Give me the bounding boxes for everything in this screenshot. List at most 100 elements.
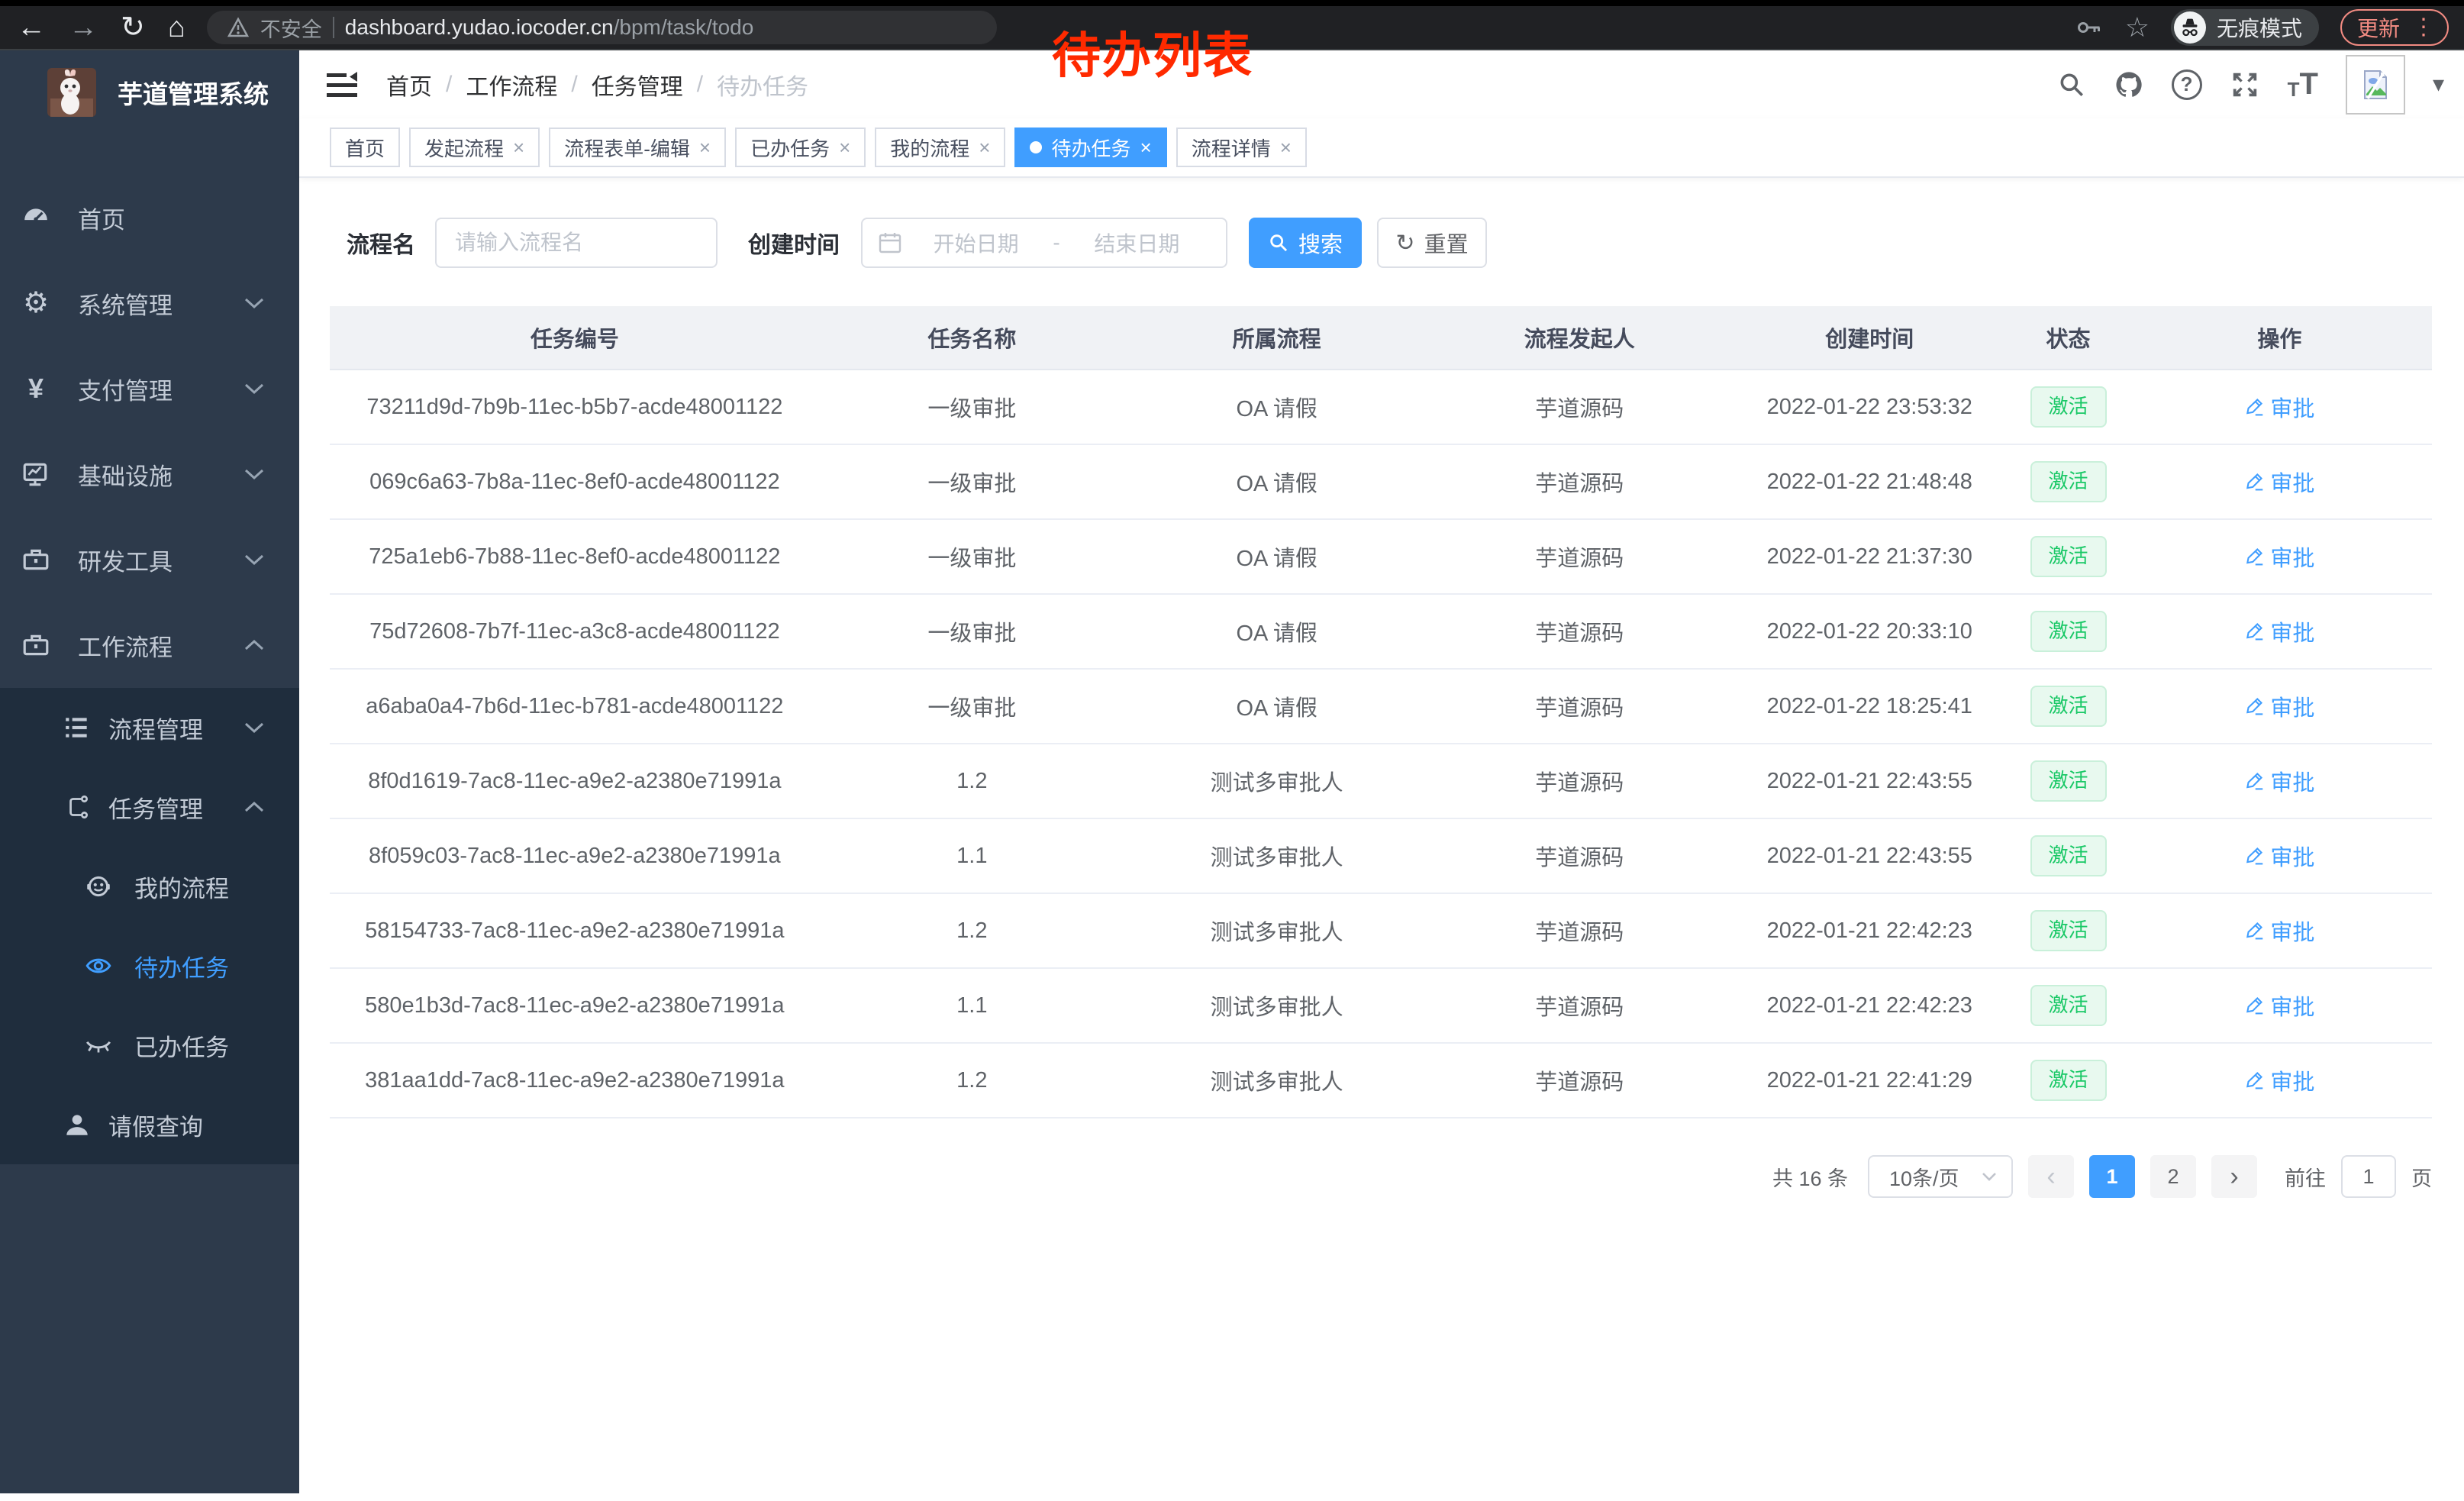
sidebar-item-process-mgmt[interactable]: 流程管理: [0, 688, 299, 767]
close-icon[interactable]: ×: [513, 136, 524, 160]
close-icon[interactable]: ×: [839, 136, 850, 160]
goto-page-input[interactable]: [2341, 1155, 2396, 1198]
help-icon[interactable]: ?: [2172, 69, 2202, 100]
breadcrumb-workflow[interactable]: 工作流程: [466, 68, 557, 102]
process-name-input[interactable]: [435, 218, 718, 268]
tab-my-process[interactable]: 我的流程 ×: [875, 128, 1005, 167]
approve-link[interactable]: 审批: [2244, 915, 2314, 947]
key-icon[interactable]: [2076, 16, 2104, 39]
process-cell: OA 请假: [1124, 594, 1429, 669]
table-row: 580e1b3d-7ac8-11ec-a9e2-a2380e71991a 1.1…: [330, 968, 2432, 1043]
create-time-label: 创建时间: [748, 226, 840, 260]
prev-page-button[interactable]: ‹: [2028, 1155, 2074, 1198]
starter-cell: 芋道源码: [1429, 669, 1730, 744]
approve-link[interactable]: 审批: [2244, 1064, 2314, 1096]
calendar-icon: [878, 231, 902, 255]
approve-link[interactable]: 审批: [2244, 989, 2314, 1022]
tab-start-process[interactable]: 发起流程 ×: [409, 128, 540, 167]
sidebar-item-done-task[interactable]: 已办任务: [0, 1006, 299, 1085]
sidebar-item-workflow[interactable]: 工作流程: [0, 602, 299, 688]
page-size-select[interactable]: 10条/页: [1868, 1155, 2013, 1198]
task-id-cell: 58154733-7ac8-11ec-a9e2-a2380e71991a: [330, 893, 820, 968]
edit-pencil-icon: [2244, 621, 2264, 642]
task-id-cell: 069c6a63-7b8a-11ec-8ef0-acde48001122: [330, 444, 820, 519]
home-icon[interactable]: ⌂: [168, 13, 185, 42]
address-divider: [333, 17, 334, 38]
sidebar-item-pay[interactable]: ¥ 支付管理: [0, 346, 299, 431]
github-icon[interactable]: [2114, 69, 2144, 100]
address-bar[interactable]: 不安全 dashboard.yudao.iocoder.cn/bpm/task/…: [207, 11, 997, 44]
close-icon[interactable]: ×: [1280, 136, 1292, 160]
breadcrumb-current: 待办任务: [717, 68, 808, 102]
bookmark-star-icon[interactable]: ☆: [2125, 11, 2150, 44]
search-icon[interactable]: [2057, 70, 2086, 99]
app-logo-row: 芋道管理系统: [0, 50, 299, 138]
process-cell: OA 请假: [1124, 370, 1429, 444]
sidebar-menu: 首页 ⚙ 系统管理 ¥ 支付管理 基础设施: [0, 175, 299, 1164]
reload-icon[interactable]: ↻: [121, 13, 145, 42]
status-badge: 激活: [2030, 1060, 2107, 1100]
process-cell: 测试多审批人: [1124, 818, 1429, 893]
tab-form-edit[interactable]: 流程表单-编辑 ×: [549, 128, 726, 167]
close-icon[interactable]: ×: [699, 136, 711, 160]
next-page-button[interactable]: ›: [2211, 1155, 2257, 1198]
forward-icon[interactable]: →: [69, 13, 98, 42]
sidebar-item-system[interactable]: ⚙ 系统管理: [0, 260, 299, 346]
status-badge: 激活: [2030, 611, 2107, 651]
approve-link[interactable]: 审批: [2244, 690, 2314, 722]
starter-cell: 芋道源码: [1429, 519, 1730, 594]
sidebar-item-task-mgmt[interactable]: 任务管理: [0, 767, 299, 847]
sidebar-item-leave-query[interactable]: 请假查询: [0, 1085, 299, 1164]
task-name-cell: 一级审批: [820, 594, 1124, 669]
approve-link[interactable]: 审批: [2244, 541, 2314, 573]
sidebar-item-my-process[interactable]: 我的流程: [0, 847, 299, 926]
sidebar-item-home[interactable]: 首页: [0, 175, 299, 260]
eye-closed-icon: [84, 1031, 113, 1060]
sidebar-item-dev[interactable]: 研发工具: [0, 517, 299, 602]
date-range-picker[interactable]: 开始日期 - 结束日期: [861, 218, 1227, 268]
breadcrumb-task-mgmt[interactable]: 任务管理: [592, 68, 683, 102]
tab-done-task[interactable]: 已办任务 ×: [735, 128, 866, 167]
close-icon[interactable]: ×: [1140, 136, 1152, 160]
process-name-label: 流程名: [347, 226, 415, 260]
chevron-up-icon: [243, 638, 266, 652]
browser-update-button[interactable]: 更新 ⋮: [2340, 9, 2449, 46]
status-badge: 激活: [2030, 910, 2107, 951]
task-id-cell: 725a1eb6-7b88-11ec-8ef0-acde48001122: [330, 519, 820, 594]
tab-process-detail[interactable]: 流程详情 ×: [1176, 128, 1307, 167]
approve-link[interactable]: 审批: [2244, 391, 2314, 423]
page-header: 首页 / 工作流程 / 任务管理 / 待办任务 ?: [299, 50, 2464, 118]
page-button-2[interactable]: 2: [2150, 1155, 2196, 1198]
back-icon[interactable]: ←: [17, 13, 46, 42]
avatar-caret-icon[interactable]: ▾: [2433, 71, 2444, 98]
goto-label: 前往: [2285, 1162, 2326, 1192]
end-date-placeholder: 结束日期: [1063, 228, 1211, 258]
update-label: 更新: [2357, 12, 2400, 43]
font-size-icon[interactable]: TT: [2288, 67, 2318, 102]
chevron-down-icon: [243, 382, 266, 395]
tab-home[interactable]: 首页: [330, 128, 400, 167]
page-button-1[interactable]: 1: [2089, 1155, 2135, 1198]
approve-link[interactable]: 审批: [2244, 840, 2314, 872]
collapse-sidebar-icon[interactable]: [325, 70, 359, 99]
approve-link[interactable]: 审批: [2244, 466, 2314, 498]
breadcrumb-home[interactable]: 首页: [386, 68, 432, 102]
table-header-row: 任务编号 任务名称 所属流程 流程发起人 创建时间 状态 操作: [330, 306, 2432, 370]
time-cell: 2022-01-22 20:33:10: [1730, 594, 2009, 669]
chevron-down-icon: [243, 296, 266, 310]
approve-link[interactable]: 审批: [2244, 765, 2314, 797]
close-icon[interactable]: ×: [979, 136, 990, 160]
browser-menu-icon[interactable]: ⋮: [2412, 16, 2435, 39]
task-id-cell: 75d72608-7b7f-11ec-a3c8-acde48001122: [330, 594, 820, 669]
fullscreen-icon[interactable]: [2230, 69, 2260, 100]
avatar[interactable]: [2346, 55, 2405, 115]
sidebar-item-todo-task[interactable]: 待办任务: [0, 926, 299, 1006]
search-button[interactable]: 搜索: [1249, 218, 1362, 268]
time-cell: 2022-01-21 22:43:55: [1730, 744, 2009, 818]
url-path: /bpm/task/todo: [614, 15, 754, 40]
approve-link[interactable]: 审批: [2244, 615, 2314, 647]
reset-button[interactable]: ↻ 重置: [1377, 218, 1487, 268]
tab-todo-task[interactable]: 待办任务 ×: [1014, 128, 1166, 167]
table-row: 725a1eb6-7b88-11ec-8ef0-acde48001122 一级审…: [330, 519, 2432, 594]
sidebar-item-infra[interactable]: 基础设施: [0, 431, 299, 517]
